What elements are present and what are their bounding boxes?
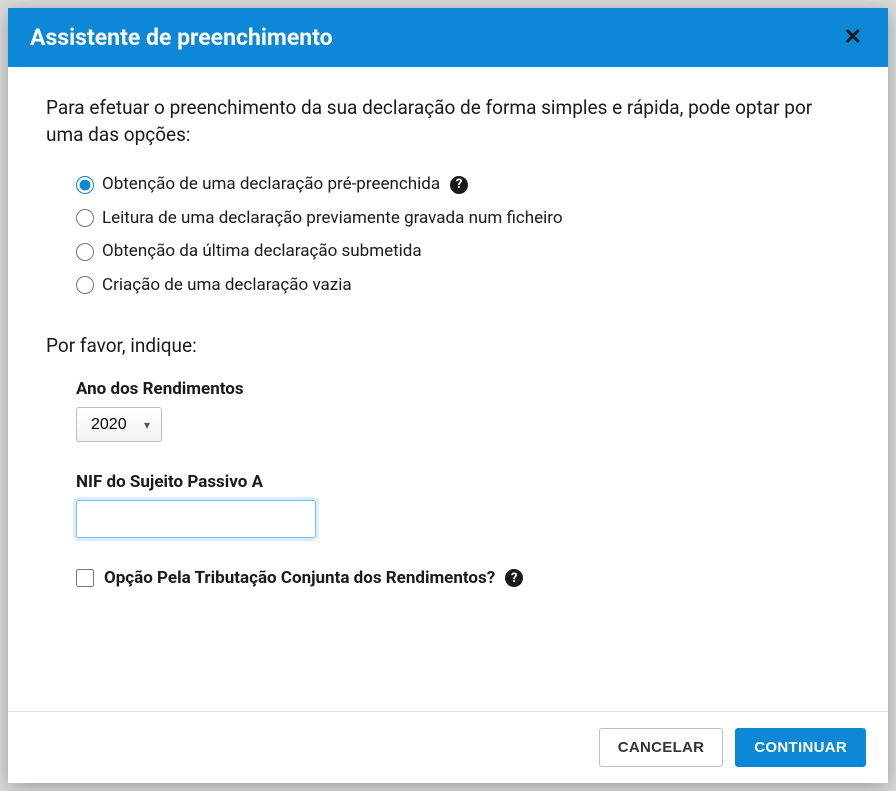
year-field-group: Ano dos Rendimentos 2020 ▾ bbox=[76, 379, 850, 442]
joint-taxation-checkbox[interactable] bbox=[76, 569, 94, 587]
year-select[interactable]: 2020 bbox=[76, 407, 162, 442]
joint-taxation-label: Opção Pela Tributação Conjunta dos Rendi… bbox=[104, 568, 495, 588]
option-prefilled-radio[interactable] bbox=[76, 176, 94, 194]
option-file-radio[interactable] bbox=[76, 209, 94, 227]
wizard-modal: Assistente de preenchimento ✕ Para efetu… bbox=[8, 8, 888, 783]
close-icon: ✕ bbox=[844, 25, 862, 50]
option-empty-label: Criação de uma declaração vazia bbox=[102, 273, 352, 299]
intro-text: Para efetuar o preenchimento da sua decl… bbox=[46, 95, 850, 148]
nif-input[interactable] bbox=[76, 500, 316, 538]
modal-footer: CANCELAR CONTINUAR bbox=[8, 711, 888, 783]
year-label: Ano dos Rendimentos bbox=[76, 379, 850, 399]
modal-header: Assistente de preenchimento ✕ bbox=[8, 8, 888, 67]
continue-button[interactable]: CONTINUAR bbox=[735, 728, 866, 767]
option-file[interactable]: Leitura de uma declaração previamente gr… bbox=[76, 206, 850, 232]
option-prefilled[interactable]: Obtenção de uma declaração pré-preenchid… bbox=[76, 172, 850, 198]
option-last-label: Obtenção da última declaração submetida bbox=[102, 239, 422, 265]
option-empty[interactable]: Criação de uma declaração vazia bbox=[76, 273, 850, 299]
option-last-radio[interactable] bbox=[76, 243, 94, 261]
declaration-options: Obtenção de uma declaração pré-preenchid… bbox=[76, 172, 850, 298]
year-select-wrap: 2020 ▾ bbox=[76, 407, 162, 442]
option-prefilled-label: Obtenção de uma declaração pré-preenchid… bbox=[102, 172, 440, 198]
help-icon[interactable]: ? bbox=[505, 569, 523, 587]
nif-field-group: NIF do Sujeito Passivo A bbox=[76, 472, 850, 538]
close-button[interactable]: ✕ bbox=[840, 27, 866, 49]
joint-taxation-row[interactable]: Opção Pela Tributação Conjunta dos Rendi… bbox=[76, 568, 850, 588]
option-file-label: Leitura de uma declaração previamente gr… bbox=[102, 206, 563, 232]
nif-label: NIF do Sujeito Passivo A bbox=[76, 472, 850, 492]
cancel-button[interactable]: CANCELAR bbox=[599, 728, 724, 767]
help-icon[interactable]: ? bbox=[450, 176, 468, 194]
modal-title: Assistente de preenchimento bbox=[30, 24, 333, 51]
option-last[interactable]: Obtenção da última declaração submetida bbox=[76, 239, 850, 265]
option-empty-radio[interactable] bbox=[76, 276, 94, 294]
modal-body: Para efetuar o preenchimento da sua decl… bbox=[8, 67, 888, 711]
section-label: Por favor, indique: bbox=[46, 334, 850, 357]
